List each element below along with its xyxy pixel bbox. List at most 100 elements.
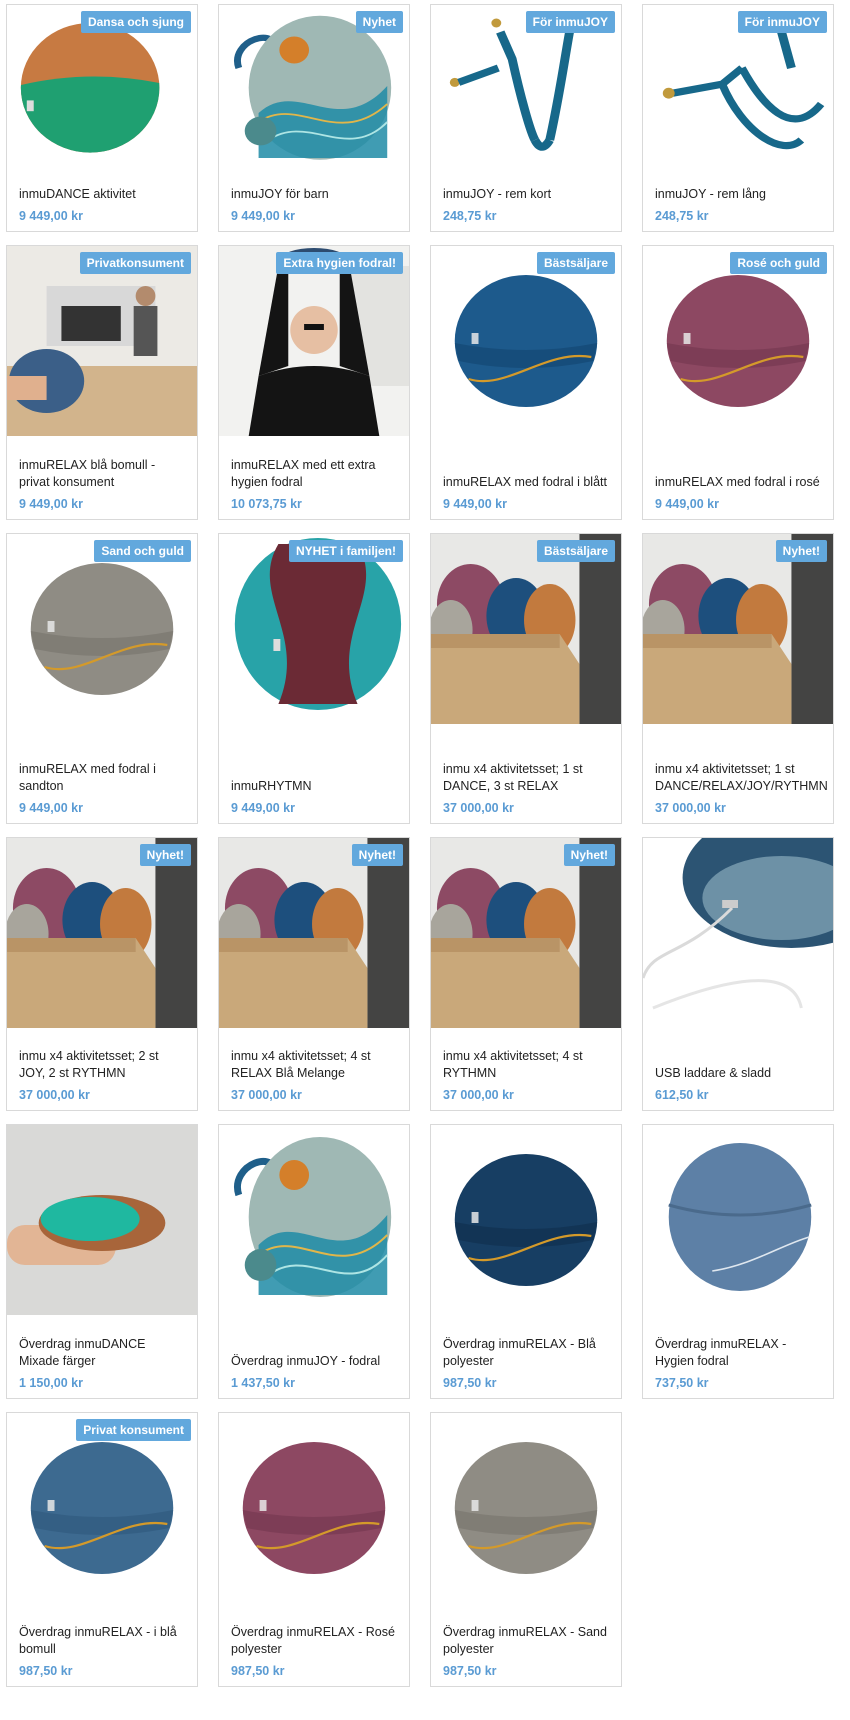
product-card[interactable]: Dansa och sjung inmuDANCE aktivitet 9 44… [6, 4, 198, 232]
product-name[interactable]: Överdrag inmuJOY - fodral [231, 1353, 397, 1370]
product-card[interactable]: Rosé och guld inmuRELAX med fodral i ros… [642, 245, 834, 520]
product-image-relax-denim[interactable]: Privat konsument [7, 1413, 197, 1603]
product-image-strap-long[interactable]: För inmuJOY [643, 5, 833, 176]
product-name[interactable]: Överdrag inmuRELAX - i blå bomull [19, 1624, 185, 1658]
product-price: 1 150,00 kr [19, 1376, 83, 1390]
product-badge: Privat konsument [76, 1419, 191, 1441]
product-image-man-photo[interactable]: Extra hygien fodral! [219, 246, 409, 436]
product-name[interactable]: Överdrag inmuDANCE Mixade färger [19, 1336, 185, 1370]
product-info: Överdrag inmuRELAX - Blå polyester 987,5… [431, 1315, 621, 1398]
product-card[interactable]: Sand och guld inmuRELAX med fodral i san… [6, 533, 198, 824]
product-card[interactable]: Överdrag inmuJOY - fodral 1 437,50 kr [218, 1124, 410, 1399]
product-price: 9 449,00 kr [231, 209, 295, 223]
product-name[interactable]: inmu x4 aktivitetsset; 1 st DANCE, 3 st … [443, 761, 609, 795]
product-info: inmuJOY för barn 9 449,00 kr [219, 176, 409, 231]
product-image-relax-navy[interactable] [431, 1125, 621, 1315]
product-name[interactable]: USB laddare & sladd [655, 1065, 821, 1082]
product-price: 9 449,00 kr [19, 209, 83, 223]
product-image-box-set[interactable]: Nyhet! [219, 838, 409, 1028]
product-image-hygien-cover[interactable] [643, 1125, 833, 1315]
product-price: 987,50 kr [443, 1664, 497, 1678]
product-card[interactable]: Extra hygien fodral! inmuRELAX med ett e… [218, 245, 410, 520]
product-price: 9 449,00 kr [19, 801, 83, 815]
product-name[interactable]: inmu x4 aktivitetsset; 1 st DANCE/RELAX/… [655, 761, 828, 795]
product-info: USB laddare & sladd 612,50 kr [643, 1028, 833, 1110]
product-name[interactable]: Överdrag inmuRELAX - Hygien fodral [655, 1336, 821, 1370]
product-price: 9 449,00 kr [655, 497, 719, 511]
product-card[interactable]: Överdrag inmuRELAX - Hygien fodral 737,5… [642, 1124, 834, 1399]
product-card[interactable]: Privatkonsument inmuRELAX blå bomull - p… [6, 245, 198, 520]
product-image-box-set[interactable]: Nyhet! [431, 838, 621, 1028]
product-card[interactable]: USB laddare & sladd 612,50 kr [642, 837, 834, 1111]
product-image-relax-rose[interactable]: Rosé och guld [643, 246, 833, 436]
product-info: inmuRELAX med fodral i rosé 9 449,00 kr [643, 436, 833, 519]
product-badge: Nyhet! [139, 844, 191, 866]
product-price: 37 000,00 kr [19, 1088, 90, 1102]
product-name[interactable]: inmu x4 aktivitetsset; 2 st JOY, 2 st RY… [19, 1048, 185, 1082]
product-card[interactable]: Överdrag inmuRELAX - Sand polyester 987,… [430, 1412, 622, 1687]
product-name[interactable]: inmuDANCE aktivitet [19, 186, 185, 203]
product-price: 987,50 kr [231, 1664, 285, 1678]
product-image-strap-short[interactable]: För inmuJOY [431, 5, 621, 176]
product-image-hands-dance[interactable] [7, 1125, 197, 1315]
product-badge: Privatkonsument [79, 252, 191, 274]
product-card[interactable]: Privat konsument Överdrag inmuRELAX - i … [6, 1412, 198, 1687]
product-image-relax-sand[interactable]: Sand och guld [7, 534, 197, 724]
product-card[interactable]: För inmuJOY inmuJOY - rem lång 248,75 kr [642, 4, 834, 232]
product-card[interactable]: Nyhet inmuJOY för barn 9 449,00 kr [218, 4, 410, 232]
product-card[interactable]: För inmuJOY inmuJOY - rem kort 248,75 kr [430, 4, 622, 232]
product-info: inmuRELAX med fodral i sandton 9 449,00 … [7, 724, 197, 823]
product-image-box-set[interactable]: Bästsäljare [431, 534, 621, 724]
product-info: inmu x4 aktivitetsset; 1 st DANCE/RELAX/… [643, 724, 833, 823]
product-card[interactable]: Nyhet! inmu x4 aktivitetsset; 4 st RYTHM… [430, 837, 622, 1111]
product-name[interactable]: inmuRHYTMN [231, 778, 397, 795]
product-name[interactable]: inmu x4 aktivitetsset; 4 st RYTHMN [443, 1048, 609, 1082]
product-name[interactable]: Överdrag inmuRELAX - Blå polyester [443, 1336, 609, 1370]
product-price: 612,50 kr [655, 1088, 709, 1102]
product-image-kitchen-photo[interactable]: Privatkonsument [7, 246, 197, 436]
product-row: Dansa och sjung inmuDANCE aktivitet 9 44… [6, 4, 848, 232]
product-image-relax-rose[interactable] [219, 1413, 409, 1603]
product-name[interactable]: inmuRELAX med fodral i rosé [655, 474, 821, 491]
product-info: inmu x4 aktivitetsset; 1 st DANCE, 3 st … [431, 724, 621, 823]
product-card[interactable]: Bästsäljare inmuRELAX med fodral i blått… [430, 245, 622, 520]
product-image-joy-cushion[interactable]: Nyhet [219, 5, 409, 176]
product-info: inmuJOY - rem kort 248,75 kr [431, 176, 621, 231]
product-info: inmuRELAX med fodral i blått 9 449,00 kr [431, 436, 621, 519]
product-info: inmu x4 aktivitetsset; 4 st RELAX Blå Me… [219, 1028, 409, 1110]
product-card[interactable]: Nyhet! inmu x4 aktivitetsset; 1 st DANCE… [642, 533, 834, 824]
product-badge: Sand och guld [94, 540, 191, 562]
product-name[interactable]: inmuJOY för barn [231, 186, 397, 203]
product-info: Överdrag inmuRELAX - Rosé polyester 987,… [219, 1603, 409, 1686]
product-badge: Nyhet! [351, 844, 403, 866]
product-name[interactable]: inmu x4 aktivitetsset; 4 st RELAX Blå Me… [231, 1048, 397, 1082]
product-card[interactable]: Bästsäljare inmu x4 aktivitetsset; 1 st … [430, 533, 622, 824]
product-card[interactable]: Överdrag inmuDANCE Mixade färger 1 150,0… [6, 1124, 198, 1399]
product-name[interactable]: Överdrag inmuRELAX - Sand polyester [443, 1624, 609, 1658]
product-image-box-set[interactable]: Nyhet! [7, 838, 197, 1028]
product-image-rhytmn[interactable]: NYHET i familjen! [219, 534, 409, 724]
product-card[interactable]: Nyhet! inmu x4 aktivitetsset; 2 st JOY, … [6, 837, 198, 1111]
product-image-relax-sand[interactable] [431, 1413, 621, 1603]
product-card[interactable]: Överdrag inmuRELAX - Blå polyester 987,5… [430, 1124, 622, 1399]
product-name[interactable]: inmuRELAX med fodral i sandton [19, 761, 185, 795]
product-row: Överdrag inmuDANCE Mixade färger 1 150,0… [6, 1124, 848, 1399]
product-image-relax-blue[interactable]: Bästsäljare [431, 246, 621, 436]
product-image-box-set[interactable]: Nyhet! [643, 534, 833, 724]
product-name[interactable]: inmuRELAX med fodral i blått [443, 474, 609, 491]
product-card[interactable]: Överdrag inmuRELAX - Rosé polyester 987,… [218, 1412, 410, 1687]
product-name[interactable]: inmuRELAX med ett extra hygien fodral [231, 457, 397, 491]
product-row: Privat konsument Överdrag inmuRELAX - i … [6, 1412, 848, 1687]
product-info: inmuDANCE aktivitet 9 449,00 kr [7, 176, 197, 231]
product-name[interactable]: inmuRELAX blå bomull - privat konsument [19, 457, 185, 491]
product-name[interactable]: inmuJOY - rem lång [655, 186, 821, 203]
product-image-joy-cushion[interactable] [219, 1125, 409, 1315]
product-card[interactable]: Nyhet! inmu x4 aktivitetsset; 4 st RELAX… [218, 837, 410, 1111]
product-name[interactable]: inmuJOY - rem kort [443, 186, 609, 203]
product-name[interactable]: Överdrag inmuRELAX - Rosé polyester [231, 1624, 397, 1658]
product-card[interactable]: NYHET i familjen! inmuRHYTMN 9 449,00 kr [218, 533, 410, 824]
product-image-usb-cable[interactable] [643, 838, 833, 1028]
product-price: 1 437,50 kr [231, 1376, 295, 1390]
product-badge: Nyhet [355, 11, 403, 33]
product-image-dance-cushion[interactable]: Dansa och sjung [7, 5, 197, 176]
